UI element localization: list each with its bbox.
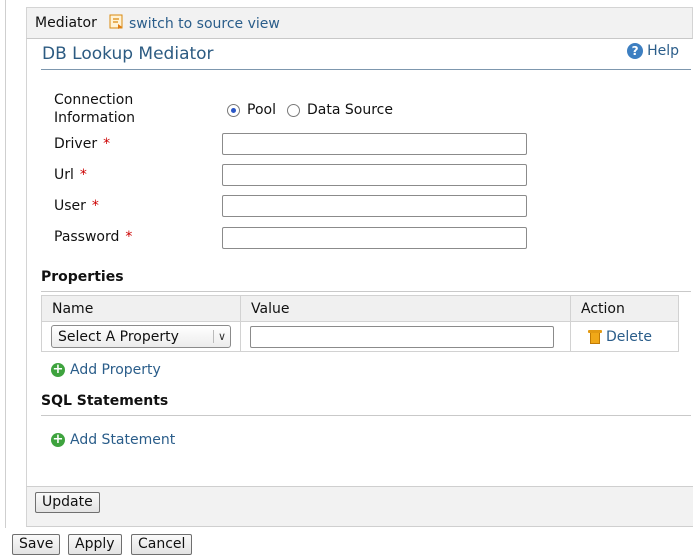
add-icon: +: [51, 432, 65, 447]
required-marker: *: [91, 198, 99, 214]
property-select[interactable]: Select A Property ∨: [51, 325, 231, 348]
password-label: Password *: [54, 229, 132, 245]
column-header-action: Action: [570, 295, 679, 322]
add-statement-link[interactable]: + Add Statement: [51, 432, 175, 448]
chevron-down-icon: ∨: [212, 330, 226, 343]
user-label-text: User: [54, 198, 86, 214]
property-value-cell: [240, 321, 571, 352]
outer-border: [5, 0, 6, 528]
data-source-label: Data Source: [307, 102, 393, 118]
table-header-row: Name Value Action: [41, 295, 679, 322]
save-button[interactable]: Save: [12, 534, 61, 555]
url-label-text: Url: [54, 167, 74, 183]
user-label: User *: [54, 198, 99, 214]
url-input[interactable]: [222, 164, 527, 186]
add-icon: +: [51, 362, 65, 377]
sql-statements-title: SQL Statements: [41, 393, 169, 409]
properties-divider: [41, 291, 691, 292]
required-marker: *: [125, 229, 133, 245]
add-property-link[interactable]: + Add Property: [51, 362, 161, 378]
property-name-cell: Select A Property ∨: [41, 321, 241, 352]
mediator-header: Mediator switch to source view: [26, 7, 693, 39]
update-button[interactable]: Update: [35, 492, 100, 513]
table-row: Select A Property ∨ Delete: [41, 321, 679, 352]
delete-property-button[interactable]: Delete: [580, 329, 669, 345]
add-statement-label: Add Statement: [70, 432, 176, 448]
help-link[interactable]: ? Help: [627, 43, 679, 59]
property-select-value: Select A Property: [58, 328, 179, 345]
required-marker: *: [103, 136, 111, 152]
page-title: DB Lookup Mediator: [42, 44, 214, 64]
pool-radio[interactable]: [227, 104, 240, 117]
required-marker: *: [79, 167, 87, 183]
password-label-text: Password: [54, 229, 120, 245]
source-view-icon[interactable]: [109, 14, 125, 30]
sql-divider: [41, 415, 691, 416]
cancel-button[interactable]: Cancel: [131, 534, 193, 555]
data-source-radio[interactable]: [287, 104, 300, 117]
apply-button[interactable]: Apply: [68, 534, 122, 555]
title-divider: [41, 69, 691, 70]
header-title: Mediator: [35, 15, 97, 31]
column-header-value: Value: [240, 295, 571, 322]
driver-label-text: Driver: [54, 136, 98, 152]
properties-table: Name Value Action Select A Property ∨ De…: [41, 295, 679, 352]
driver-label: Driver *: [54, 136, 110, 152]
connection-info-label: Connection Information: [54, 92, 136, 126]
trash-icon: [588, 329, 602, 345]
switch-to-source-link[interactable]: switch to source view: [129, 16, 280, 32]
user-input[interactable]: [222, 195, 527, 217]
pool-label: Pool: [247, 102, 276, 118]
update-bar: Update: [26, 486, 693, 527]
column-header-name: Name: [41, 295, 241, 322]
properties-title: Properties: [41, 269, 124, 285]
help-icon: ?: [627, 43, 644, 59]
add-property-label: Add Property: [70, 362, 161, 378]
property-action-cell: Delete: [570, 321, 679, 352]
help-label: Help: [647, 43, 679, 59]
password-input[interactable]: [222, 227, 527, 249]
db-lookup-panel: DB Lookup Mediator ? Help Connection Inf…: [26, 39, 693, 486]
url-label: Url *: [54, 167, 87, 183]
property-value-input[interactable]: [250, 325, 554, 348]
delete-label: Delete: [606, 328, 652, 345]
driver-input[interactable]: [222, 133, 527, 155]
